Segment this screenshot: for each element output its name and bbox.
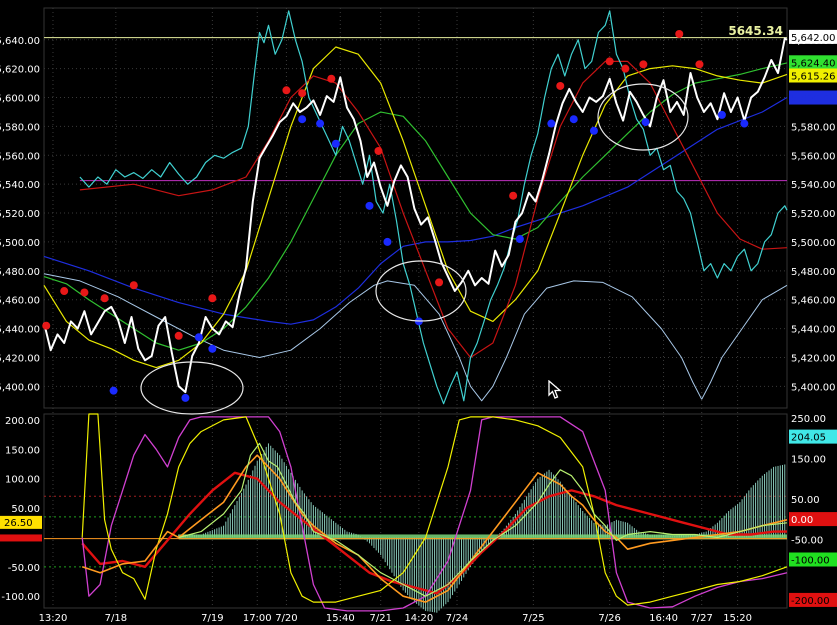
x-tick-label: 17:00	[243, 613, 272, 624]
y-tick-left: 5,580.00	[0, 122, 40, 133]
y-tick-right: 5,460.00	[791, 296, 836, 307]
red-dot-marker	[282, 86, 291, 95]
red-dot-marker	[374, 146, 383, 155]
red-dot-marker	[80, 288, 89, 297]
x-tick-label: 15:20	[723, 613, 752, 624]
mouse-pointer-icon	[548, 380, 562, 399]
x-tick-label: 15:40	[326, 613, 355, 624]
red-dot-marker	[675, 29, 684, 38]
osc-tick-left: -50.00	[8, 563, 40, 574]
osc-tick-right: 250.00	[791, 414, 826, 425]
red-dot-marker	[42, 321, 51, 330]
y-tick-left: 5,560.00	[0, 151, 40, 162]
osc-left-tag-label: 26.50	[4, 518, 33, 529]
red-dot-marker	[435, 278, 444, 287]
red-dot-marker	[621, 64, 630, 73]
x-tick-label: 7/26	[598, 613, 620, 624]
osc-tag-label: 204.05	[791, 433, 826, 444]
red-dot-marker	[129, 281, 138, 290]
blue-dot-marker	[569, 115, 578, 124]
osc-tick-left: 50.00	[11, 504, 40, 515]
osc-tag-label: 0.00	[791, 515, 813, 526]
osc-tick-right: -50.00	[791, 535, 823, 546]
last-price-label: 5645.34	[728, 24, 783, 38]
osc-tick-left: 100.00	[5, 475, 40, 486]
red-dot-marker	[639, 60, 648, 69]
y-tick-right: 5,580.00	[791, 122, 836, 133]
osc-tag-label: -100.00	[791, 556, 830, 567]
x-tick-label: 7/25	[522, 613, 544, 624]
x-tick-label: 14:20	[404, 613, 433, 624]
osc-tag-label: -200.00	[791, 596, 830, 607]
y-tick-right: 5,500.00	[791, 238, 836, 249]
red-dot-marker	[605, 57, 614, 66]
y-tick-right: 5,440.00	[791, 325, 836, 336]
blue-dot-marker	[641, 118, 650, 127]
y-tick-right: 5,400.00	[791, 382, 836, 393]
red-dot-marker	[327, 74, 336, 83]
blue-dot-marker	[109, 386, 118, 395]
x-tick-label: 7/19	[201, 613, 223, 624]
red-dot-marker	[100, 294, 109, 303]
blue-dot-marker	[589, 126, 598, 135]
x-tick-label: 7/18	[105, 613, 127, 624]
blue-dot-marker	[181, 393, 190, 402]
blue-dot-marker	[365, 201, 374, 210]
y-tick-right: 5,480.00	[791, 267, 836, 278]
osc-tick-right: 50.00	[791, 495, 820, 506]
red-dot-marker	[174, 331, 183, 340]
price-tag-label: 5,615.26	[791, 71, 836, 82]
y-tick-left: 5,600.00	[0, 94, 40, 105]
osc-tick-left: 150.00	[5, 445, 40, 456]
y-tick-right: 5,420.00	[791, 353, 836, 364]
y-tick-left: 5,620.00	[0, 65, 40, 76]
blue-dot-marker	[740, 119, 749, 128]
price-tag-label: 5,600.00	[791, 94, 836, 105]
blue-dot-marker	[208, 344, 217, 353]
y-tick-right: 5,560.00	[791, 151, 836, 162]
y-tick-left: 5,420.00	[0, 353, 40, 364]
osc-tick-left: -100.00	[1, 592, 40, 603]
blue-dot-marker	[298, 115, 307, 124]
red-dot-marker	[556, 81, 565, 90]
osc-tick-right: 150.00	[791, 454, 826, 465]
y-tick-left: 5,480.00	[0, 267, 40, 278]
price-tag-label: 5,624.40	[791, 58, 836, 69]
red-dot-marker	[298, 89, 307, 98]
y-tick-right: 5,520.00	[791, 209, 836, 220]
y-tick-left: 5,400.00	[0, 382, 40, 393]
red-dot-marker	[695, 60, 704, 69]
y-tick-left: 5,500.00	[0, 238, 40, 249]
blue-dot-marker	[316, 119, 325, 128]
x-tick-label: 7/27	[690, 613, 712, 624]
osc-tick-left: 200.00	[5, 416, 40, 427]
osc-left-zero-tag	[0, 534, 42, 542]
y-tick-left: 5,460.00	[0, 296, 40, 307]
blue-dot-marker	[717, 110, 726, 119]
y-tick-left: 5,520.00	[0, 209, 40, 220]
x-tick-label: 7/24	[446, 613, 468, 624]
y-tick-left: 5,540.00	[0, 180, 40, 191]
blue-dot-marker	[331, 139, 340, 148]
red-dot-marker	[60, 287, 69, 296]
x-tick-label: 13:20	[39, 613, 68, 624]
y-tick-left: 5,440.00	[0, 325, 40, 336]
price-tag-label: 5,642.00	[791, 33, 836, 44]
x-tick-label: 16:40	[649, 613, 678, 624]
red-dot-marker	[208, 294, 217, 303]
y-tick-left: 5,640.00	[0, 36, 40, 47]
x-tick-label: 7/21	[369, 613, 391, 624]
blue-dot-marker	[547, 119, 556, 128]
x-tick-label: 7/20	[275, 613, 297, 624]
red-dot-marker	[509, 191, 518, 200]
y-tick-right: 5,540.00	[791, 180, 836, 191]
blue-dot-marker	[383, 237, 392, 246]
blue-dot-marker	[515, 235, 524, 244]
blue-dot-marker	[194, 333, 203, 342]
price-chart: 5,640.005,640.005,620.005,620.005,600.00…	[0, 0, 837, 625]
